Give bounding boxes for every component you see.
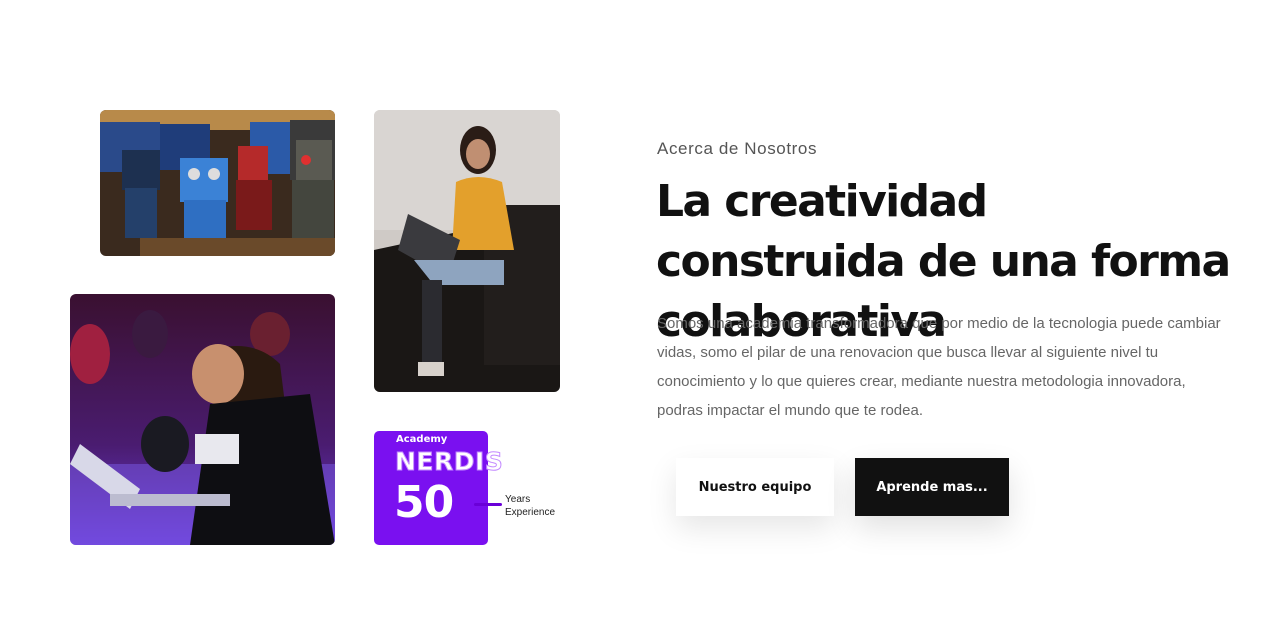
badge-caption: Years Experience bbox=[505, 493, 555, 519]
coder-photo bbox=[70, 294, 335, 545]
woman-laptop-photo bbox=[374, 110, 560, 392]
section-eyebrow: Acerca de Nosotros bbox=[657, 139, 818, 158]
team-button[interactable]: Nuestro equipo bbox=[676, 458, 834, 516]
badge-caption-years: Years bbox=[505, 494, 531, 505]
badge-connector-line bbox=[474, 503, 502, 506]
learn-more-button[interactable]: Aprende mas... bbox=[855, 458, 1009, 516]
badge-caption-experience: Experience bbox=[505, 507, 556, 518]
badge-brand-logo: NERDIS bbox=[394, 447, 504, 477]
badge-academy-label: Academy bbox=[396, 434, 448, 445]
about-paragraph: Somos una academia transformadora que po… bbox=[657, 315, 1221, 419]
experience-badge: Academy NERDIS 50 bbox=[374, 431, 503, 545]
badge-years-number: 50 bbox=[394, 477, 454, 528]
robots-photo bbox=[100, 110, 335, 256]
